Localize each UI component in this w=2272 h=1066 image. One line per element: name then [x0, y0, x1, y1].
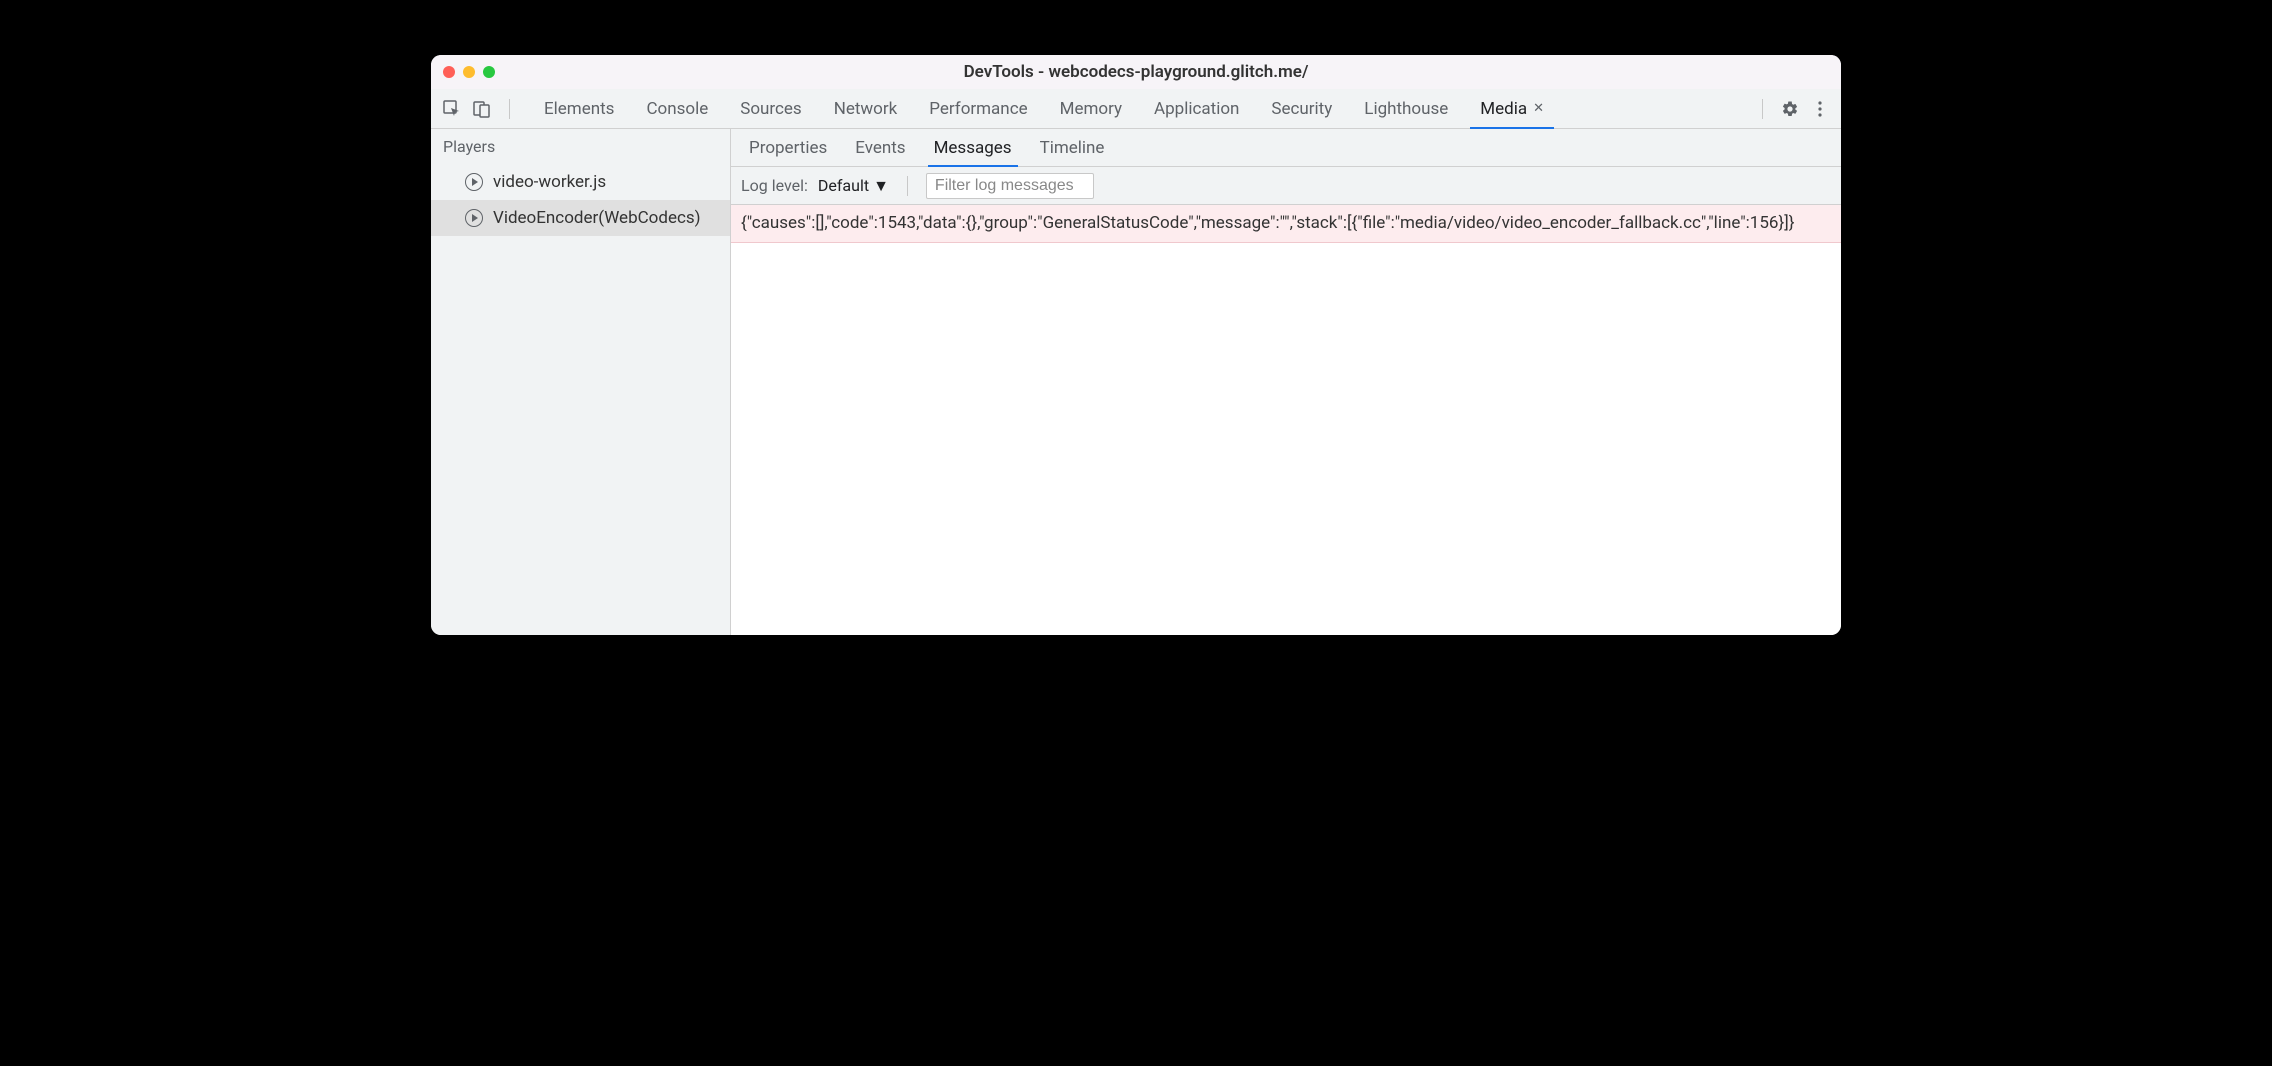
panel-tabs: Elements Console Sources Network Performance… [528, 89, 1560, 128]
players-sidebar: Players video-worker.js VideoEncoder(WebC… [431, 129, 731, 635]
tab-label: Application [1154, 99, 1239, 119]
tab-label: Lighthouse [1364, 99, 1448, 119]
inspect-element-icon[interactable] [441, 98, 463, 120]
tab-sources[interactable]: Sources [724, 89, 817, 128]
main-tabbar: Elements Console Sources Network Performance… [431, 89, 1841, 129]
log-row: {"causes":[],"code":1543,"data":{},"grou… [731, 205, 1841, 243]
tab-application[interactable]: Application [1138, 89, 1255, 128]
filter-input[interactable] [926, 173, 1094, 199]
divider [907, 176, 908, 196]
traffic-lights [443, 66, 495, 78]
log-level-value: Default [818, 176, 869, 195]
tab-media[interactable]: Media ✕ [1464, 89, 1560, 128]
player-item[interactable]: video-worker.js [431, 164, 730, 200]
log-area: {"causes":[],"code":1543,"data":{},"grou… [731, 205, 1841, 635]
tab-label: Elements [544, 99, 614, 119]
tab-performance[interactable]: Performance [913, 89, 1043, 128]
tab-label: Performance [929, 99, 1027, 119]
titlebar: DevTools - webcodecs-playground.glitch.m… [431, 55, 1841, 89]
players-list: video-worker.js VideoEncoder(WebCodecs) [431, 164, 730, 236]
tab-network[interactable]: Network [818, 89, 914, 128]
minimize-window-button[interactable] [463, 66, 475, 78]
tab-security[interactable]: Security [1255, 89, 1348, 128]
player-item[interactable]: VideoEncoder(WebCodecs) [431, 200, 730, 236]
tab-label: Network [834, 99, 898, 119]
subtab-properties[interactable]: Properties [735, 129, 841, 166]
tab-elements[interactable]: Elements [528, 89, 630, 128]
close-window-button[interactable] [443, 66, 455, 78]
play-icon [465, 209, 483, 227]
maximize-window-button[interactable] [483, 66, 495, 78]
tabbar-left-tools [441, 98, 518, 120]
close-icon[interactable]: ✕ [1533, 101, 1544, 116]
main-panel: PropertiesEventsMessagesTimeline Log lev… [731, 129, 1841, 635]
chevron-down-icon: ▼ [873, 176, 889, 196]
play-icon [465, 173, 483, 191]
player-label: video-worker.js [493, 172, 606, 192]
tab-lighthouse[interactable]: Lighthouse [1348, 89, 1464, 128]
player-label: VideoEncoder(WebCodecs) [493, 208, 701, 228]
tab-label: Security [1271, 99, 1332, 119]
device-toolbar-icon[interactable] [471, 98, 493, 120]
subtab-events[interactable]: Events [841, 129, 919, 166]
tab-label: Media [1480, 99, 1527, 119]
tab-label: Memory [1060, 99, 1122, 119]
gear-icon[interactable] [1779, 98, 1801, 120]
divider [509, 99, 510, 119]
subtab-timeline[interactable]: Timeline [1026, 129, 1119, 166]
divider [1762, 99, 1763, 119]
window-title: DevTools - webcodecs-playground.glitch.m… [431, 62, 1841, 82]
sidebar-header: Players [431, 129, 730, 164]
log-level-label: Log level: [741, 176, 808, 195]
tab-label: Sources [740, 99, 801, 119]
filter-bar: Log level: Default ▼ [731, 167, 1841, 205]
devtools-window: DevTools - webcodecs-playground.glitch.m… [431, 55, 1841, 635]
tab-label: Console [646, 99, 708, 119]
log-level-select[interactable]: Default ▼ [818, 176, 889, 196]
subtab-messages[interactable]: Messages [920, 129, 1026, 166]
body: Players video-worker.js VideoEncoder(WebC… [431, 129, 1841, 635]
kebab-menu-icon[interactable] [1809, 98, 1831, 120]
tab-memory[interactable]: Memory [1044, 89, 1138, 128]
tabbar-right-tools [1754, 98, 1831, 120]
media-subtabs: PropertiesEventsMessagesTimeline [731, 129, 1841, 167]
tab-console[interactable]: Console [630, 89, 724, 128]
